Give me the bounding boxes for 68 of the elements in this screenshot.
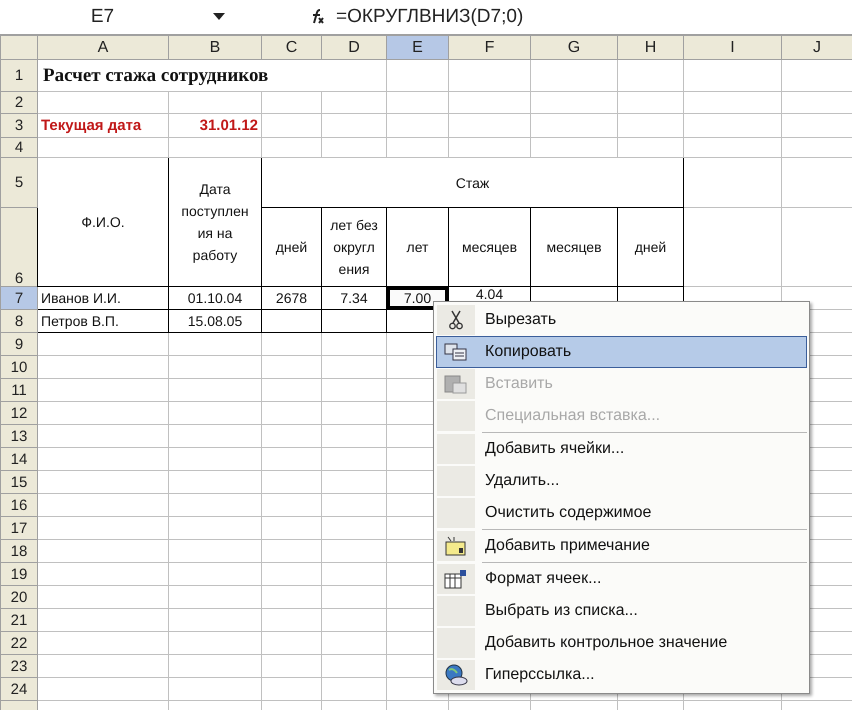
column-header[interactable]: D xyxy=(322,36,386,60)
table-cell: 15.08.05 xyxy=(168,310,262,332)
table-icon xyxy=(444,569,468,589)
copy-icon xyxy=(444,343,468,361)
column-header[interactable]: J xyxy=(782,36,852,60)
column-header[interactable]: E xyxy=(386,36,448,60)
note-icon xyxy=(445,536,467,556)
row-header[interactable]: 24 xyxy=(0,678,38,700)
row-header[interactable]: 18 xyxy=(0,540,38,562)
table-header: Дата поступлен ия на работу xyxy=(168,158,262,286)
date-value: 31.01.12 xyxy=(168,114,262,138)
column-header[interactable]: I xyxy=(684,36,782,60)
table-header: дней xyxy=(618,208,684,286)
row-header[interactable]: 21 xyxy=(0,608,38,632)
column-header[interactable]: B xyxy=(168,36,262,60)
table-header: месяцев xyxy=(448,208,530,286)
row-header[interactable]: 11 xyxy=(0,378,38,402)
table-cell: 2678 xyxy=(262,286,322,310)
table-header: месяцев xyxy=(530,208,618,286)
column-header[interactable]: A xyxy=(38,36,168,60)
row-header[interactable]: 2 xyxy=(0,92,38,114)
formula-field[interactable]: =ОКРУГЛВНИЗ(D7;0) xyxy=(336,2,524,32)
row-header[interactable]: 4 xyxy=(0,138,38,158)
name-box[interactable]: E7 xyxy=(90,2,114,32)
menu-item[interactable]: Копировать xyxy=(436,336,807,368)
table-cell: Иванов И.И. xyxy=(38,286,168,310)
table-cell: 01.10.04 xyxy=(168,286,262,310)
menu-item[interactable]: Удалить... xyxy=(436,465,807,497)
row-header[interactable]: 12 xyxy=(0,402,38,424)
table-header: лет без округл ения xyxy=(322,208,386,286)
table-header: Стаж xyxy=(262,158,684,208)
row-header[interactable]: 9 xyxy=(0,332,38,356)
menu-item[interactable]: Добавить примечание xyxy=(436,530,807,562)
menu-item[interactable]: Выбрать из списка... xyxy=(436,595,807,627)
row-header[interactable]: 16 xyxy=(0,494,38,516)
menu-item[interactable]: Добавить ячейки... xyxy=(436,433,807,465)
clipboard-icon xyxy=(444,374,468,394)
table-header: дней xyxy=(262,208,322,286)
scissors-icon xyxy=(449,310,463,330)
row-header[interactable]: 17 xyxy=(0,516,38,540)
row-header[interactable]: 3 xyxy=(0,114,38,138)
column-header[interactable]: F xyxy=(448,36,530,60)
row-header[interactable]: 14 xyxy=(0,448,38,470)
row-header[interactable]: 7 xyxy=(0,286,38,310)
row-header[interactable]: 23 xyxy=(0,654,38,678)
date-label: Текущая дата xyxy=(38,114,168,138)
row-header[interactable]: 10 xyxy=(0,356,38,378)
column-header[interactable]: H xyxy=(618,36,684,60)
function-icon[interactable] xyxy=(311,9,325,25)
menu-item[interactable]: Гиперссылка... xyxy=(436,659,807,691)
column-header[interactable]: C xyxy=(262,36,322,60)
row-header[interactable]: 6 xyxy=(0,208,38,286)
menu-item[interactable]: Формат ячеек... xyxy=(436,563,807,595)
row-header[interactable]: 19 xyxy=(0,562,38,586)
row-header[interactable]: 1 xyxy=(0,60,38,92)
row-header[interactable]: 22 xyxy=(0,632,38,654)
dropdown-arrow-icon[interactable] xyxy=(213,13,225,21)
column-header[interactable]: G xyxy=(530,36,618,60)
row-header[interactable]: 5 xyxy=(0,158,38,208)
menu-item[interactable]: Добавить контрольное значение xyxy=(436,627,807,659)
table-cell: Петров В.П. xyxy=(38,310,168,332)
row-header[interactable]: 13 xyxy=(0,424,38,448)
row-header[interactable]: 8 xyxy=(0,310,38,332)
row-header[interactable]: 20 xyxy=(0,586,38,608)
sheet-title: Расчет стажа сотрудников xyxy=(43,65,268,86)
row-header[interactable]: 15 xyxy=(0,470,38,494)
menu-item[interactable]: Очистить содержимое xyxy=(436,497,807,529)
globe-icon xyxy=(444,664,468,686)
